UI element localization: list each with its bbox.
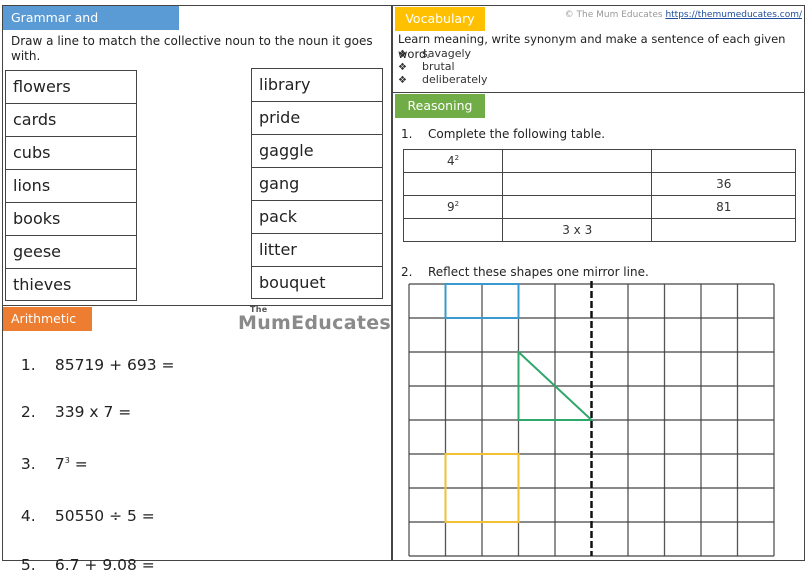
credit-link[interactable]: https://themumeducates.com/ xyxy=(665,10,802,20)
right-noun-bouquet[interactable]: bouquet xyxy=(252,267,382,300)
right-noun-list: library pride gaggle gang pack litter bouquet xyxy=(251,68,383,299)
table-cell[interactable] xyxy=(402,218,504,242)
arithmetic-item-2: 2. 339 x 7 = xyxy=(20,403,132,421)
table-row: 42 xyxy=(402,149,796,173)
table-row: 36 xyxy=(402,172,796,196)
diamond-bullet-icon: ❖ xyxy=(398,75,407,86)
right-noun-pride[interactable]: pride xyxy=(252,102,382,135)
reasoning-table: 42 36 92 81 3 x 3 xyxy=(402,149,796,242)
right-noun-library[interactable]: library xyxy=(252,69,382,102)
reasoning-question-2: 2. Reflect these shapes one mirror line. xyxy=(401,265,649,279)
right-noun-gaggle[interactable]: gaggle xyxy=(252,135,382,168)
table-cell[interactable] xyxy=(402,172,504,196)
table-cell[interactable]: 36 xyxy=(651,172,796,196)
left-noun-list: flowers cards cubs lions books geese thieves xyxy=(5,70,137,301)
table-row: 3 x 3 xyxy=(402,218,796,242)
table-cell[interactable] xyxy=(502,149,653,173)
left-noun-geese[interactable]: geese xyxy=(6,236,136,269)
arithmetic-item-4: 4. 50550 ÷ 5 = xyxy=(20,507,155,525)
grammar-label: Grammar and punctuation xyxy=(3,6,179,49)
grammar-instruction: Draw a line to match the collective noun… xyxy=(11,34,373,63)
arithmetic-item-3: 3. 73 = xyxy=(20,455,88,473)
reflection-grid[interactable] xyxy=(405,280,780,562)
arithmetic-label: Arithmetic xyxy=(3,307,92,331)
logo-text: MumEducates xyxy=(238,312,391,334)
table-cell[interactable] xyxy=(651,149,796,173)
table-cell[interactable] xyxy=(651,218,796,242)
left-noun-books[interactable]: books xyxy=(6,203,136,236)
vocabulary-word: ❖ deliberately xyxy=(398,73,488,86)
table-cell[interactable] xyxy=(502,195,653,219)
table-row: 92 81 xyxy=(402,195,796,219)
left-noun-cards[interactable]: cards xyxy=(6,104,136,137)
reasoning-question-1: 1. Complete the following table. xyxy=(401,127,606,141)
left-noun-thieves[interactable]: thieves xyxy=(6,269,136,302)
arithmetic-item-1: 1. 85719 + 693 = xyxy=(20,356,175,374)
table-cell[interactable] xyxy=(502,172,653,196)
arithmetic-item-5: 5. 6.7 + 9.08 = xyxy=(20,556,155,574)
table-cell[interactable]: 92 xyxy=(402,195,504,219)
table-cell[interactable]: 3 x 3 xyxy=(502,218,653,242)
right-noun-litter[interactable]: litter xyxy=(252,234,382,267)
table-cell[interactable]: 81 xyxy=(651,195,796,219)
vocabulary-label: Vocabulary xyxy=(395,7,485,31)
vocabulary-word-list: ❖ savagely ❖ brutal ❖ deliberately xyxy=(398,47,488,86)
credit-line: © The Mum Educates https://themumeducate… xyxy=(564,10,802,20)
vocabulary-word: ❖ savagely xyxy=(398,47,472,60)
reasoning-label: Reasoning xyxy=(395,94,485,118)
mum-educates-logo: The MumEducates xyxy=(238,305,391,334)
vocabulary-word: ❖ brutal xyxy=(398,60,455,73)
left-noun-flowers[interactable]: flowers xyxy=(6,71,136,104)
left-noun-cubs[interactable]: cubs xyxy=(6,137,136,170)
table-cell[interactable]: 42 xyxy=(402,149,504,173)
right-noun-gang[interactable]: gang xyxy=(252,168,382,201)
right-noun-pack[interactable]: pack xyxy=(252,201,382,234)
left-noun-lions[interactable]: lions xyxy=(6,170,136,203)
logo-the: The xyxy=(250,305,268,314)
